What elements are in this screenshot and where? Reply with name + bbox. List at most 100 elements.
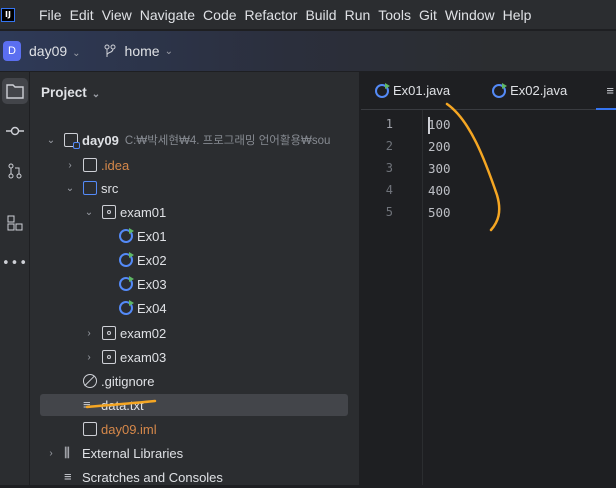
menu-file[interactable]: File — [39, 7, 62, 23]
more-tools-button[interactable]: ••• — [2, 250, 28, 276]
tree-item-label: src — [101, 180, 119, 196]
project-tool-button[interactable] — [2, 78, 28, 104]
code-line: 100 — [428, 117, 451, 132]
git-branch-icon — [104, 44, 116, 57]
java-class-icon — [119, 228, 134, 243]
structure-tool-button[interactable] — [2, 210, 28, 236]
source-folder-icon — [83, 181, 97, 195]
main-toolbar: D day09 ⌄ home ⌄ — [0, 31, 616, 72]
tree-item[interactable]: ⌄ day09 C:₩박세현₩4. 프로그래밍 언어활용₩sou — [40, 129, 348, 151]
project-selector[interactable]: day09 ⌄ — [29, 43, 81, 59]
intellij-logo-icon[interactable]: IJ — [1, 7, 15, 22]
scratches-icon: ≡ — [64, 469, 72, 484]
project-path: C:₩박세현₩4. 프로그래밍 언어활용₩sou — [124, 135, 331, 147]
tree-item[interactable]: day09.iml — [40, 418, 348, 440]
tab-ex01-java[interactable]: Ex01.java — [375, 82, 451, 98]
tree-item[interactable]: › ⫼ External Libraries — [40, 442, 348, 464]
line-number: 4 — [385, 183, 393, 197]
java-class-icon — [375, 82, 390, 98]
chevron-right-icon[interactable]: › — [82, 328, 96, 339]
java-class-icon — [492, 82, 508, 98]
project-name: day09 — [29, 43, 68, 59]
panel-title-label: Project — [41, 85, 87, 100]
tool-window-stripe: ••• — [0, 72, 30, 485]
line-number: 1 — [385, 117, 393, 131]
tree-item-label: day09.iml — [101, 421, 157, 437]
tree-item-label: data.txt — [101, 397, 144, 413]
menu-build[interactable]: Build — [305, 7, 336, 23]
java-class-icon — [119, 300, 134, 315]
tree-item-label: Scratches and Consoles — [82, 469, 223, 485]
java-class-icon — [119, 276, 134, 291]
editor: Ex01.java Ex02.java ≡ 1 100 2 200 3 300 4 400 5 5… — [361, 72, 616, 485]
package-icon — [102, 326, 116, 340]
tree-item[interactable]: Ex02 — [40, 249, 348, 271]
chevron-right-icon[interactable]: › — [63, 160, 77, 171]
tree-item[interactable]: ⌄ src — [40, 177, 348, 199]
branch-selector[interactable]: home ⌄ — [103, 43, 173, 59]
chevron-down-icon[interactable]: ⌄ — [63, 183, 77, 194]
package-icon — [102, 205, 116, 219]
tree-item[interactable]: Ex04 — [40, 297, 348, 319]
project-panel: Project ⌄ ⌄ day09 C:₩박세현₩4. 프로그래밍 언어활용₩sou ›… — [30, 72, 360, 485]
menu-view[interactable]: View — [102, 7, 132, 23]
project-panel-title[interactable]: Project ⌄ — [41, 85, 100, 100]
text-file-icon: ≡ — [83, 397, 91, 412]
menu-edit[interactable]: Edit — [70, 7, 94, 23]
tab-label: Ex01.java — [393, 83, 451, 98]
line-number: 3 — [385, 161, 393, 175]
menu-refactor[interactable]: Refactor — [245, 7, 298, 23]
chevron-down-icon[interactable]: ⌄ — [82, 207, 96, 218]
menu-tools[interactable]: Tools — [378, 7, 411, 23]
tree-item[interactable]: Ex03 — [40, 273, 348, 295]
module-folder-icon — [64, 133, 80, 149]
iml-file-icon — [83, 422, 97, 436]
line-number: 2 — [385, 139, 393, 153]
menu-git[interactable]: Git — [419, 7, 437, 23]
chevron-right-icon[interactable]: › — [82, 352, 96, 363]
menu-code[interactable]: Code — [203, 7, 236, 23]
tree-item-label: Ex04 — [137, 300, 167, 316]
tree-item-label: .idea — [101, 157, 130, 173]
project-avatar: D — [3, 41, 21, 61]
code-line: 500 — [428, 205, 451, 220]
chevron-right-icon[interactable]: › — [44, 448, 58, 459]
tree-item[interactable]: › exam03 — [40, 346, 348, 368]
tab-ex02-java[interactable]: Ex02.java — [492, 82, 568, 98]
menu-navigate[interactable]: Navigate — [140, 7, 195, 23]
menu-run[interactable]: Run — [345, 7, 371, 23]
ignore-file-icon — [83, 374, 97, 388]
tree-item[interactable]: ≡ data.txt — [40, 394, 348, 416]
chevron-down-icon[interactable]: ⌄ — [44, 135, 58, 146]
more-icon: ••• — [2, 255, 29, 271]
menu-help[interactable]: Help — [503, 7, 532, 23]
tab-label: Ex02.java — [510, 83, 568, 98]
chevron-down-icon: ⌄ — [164, 45, 173, 57]
tree-item[interactable]: Ex01 — [40, 225, 348, 247]
line-number: 5 — [385, 205, 393, 219]
code-line: 200 — [428, 139, 451, 154]
branch-name: home — [124, 43, 160, 59]
tree-item-label: exam01 — [120, 204, 167, 220]
text-file-icon[interactable]: ≡ — [606, 83, 614, 98]
pull-request-icon — [8, 163, 22, 179]
tree-item-label: .gitignore — [101, 373, 155, 389]
code-line: 300 — [428, 161, 451, 176]
commit-icon — [6, 126, 24, 136]
chevron-down-icon: ⌄ — [91, 89, 101, 100]
folder-icon — [6, 84, 24, 99]
library-icon: ⫼ — [64, 445, 70, 460]
commit-tool-button[interactable] — [2, 118, 28, 144]
code-line: 400 — [428, 183, 451, 198]
tree-item-label: Ex03 — [137, 276, 167, 292]
menu-window[interactable]: Window — [445, 7, 495, 23]
tree-item-label: Ex01 — [137, 228, 167, 244]
chevron-down-icon: ⌄ — [72, 48, 81, 59]
pull-requests-tool-button[interactable] — [2, 158, 28, 184]
tree-item[interactable]: › exam02 — [40, 322, 348, 344]
tree-item[interactable]: › .idea — [40, 154, 348, 176]
tree-item[interactable]: .gitignore — [40, 370, 348, 392]
text-caret — [428, 117, 430, 134]
structure-icon — [7, 215, 23, 231]
tree-item[interactable]: ⌄ exam01 — [40, 201, 348, 223]
